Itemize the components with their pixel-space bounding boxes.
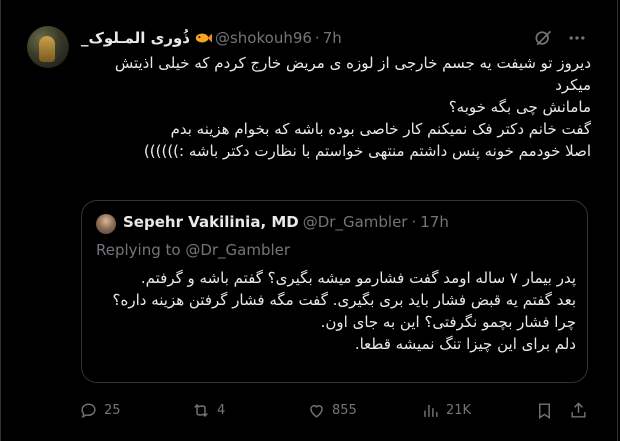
quoted-tweet[interactable]: Sepehr Vakilinia, MD @Dr_Gambler · 17h R… [81, 200, 588, 383]
heart-icon [310, 404, 323, 418]
author-avatar[interactable] [27, 26, 69, 68]
share-icon [571, 401, 586, 418]
quote-author-avatar [96, 214, 116, 234]
quote-time: 17h [420, 213, 449, 231]
more-icon[interactable] [567, 28, 587, 48]
views-count: 21K [446, 402, 472, 418]
reply-button[interactable]: 25 [79, 398, 121, 422]
fish-icon [195, 33, 212, 43]
tweet-text-line: اصلا خودمم خونه پنس داشتم منتهی خواستم ب… [143, 142, 591, 160]
quote-text: پدر بیمار ۷ ساله اومد گفت فشارمو میشه بگ… [96, 267, 576, 355]
like-count: 855 [332, 402, 357, 418]
author-handle[interactable]: @shokouh96 [215, 29, 312, 47]
quote-author-name: Sepehr Vakilinia, MD [123, 213, 299, 231]
quote-text-line: دلم برای این چیزا تنگ نمیشه قطعا. [354, 335, 576, 353]
repost-button[interactable]: 4 [191, 398, 225, 422]
tweet-text-line: گفت خانم دکتر فک نمیکنم کار خاصی بوده با… [170, 120, 591, 138]
avatar-figure [39, 36, 55, 62]
separator-dot: · [314, 29, 320, 47]
tweet[interactable]: ذُوری المـلوک_ @shokouh96 · 7h دیروز تو … [0, 0, 618, 441]
tweet-top-actions [533, 28, 587, 48]
views-button[interactable]: 21K [421, 398, 471, 422]
tweet-text-line: دیروز تو شیفت یه جسم خارجی از لوزه ی مری… [114, 54, 591, 94]
quote-separator-dot: · [411, 213, 417, 231]
share-button[interactable] [569, 398, 588, 422]
author-display-name[interactable]: ذُوری المـلوک_ [81, 29, 190, 47]
reply-icon [81, 402, 96, 418]
repost-icon [194, 403, 208, 417]
quote-header: Sepehr Vakilinia, MD @Dr_Gambler · 17h [123, 213, 449, 231]
bookmark-button[interactable] [535, 398, 554, 422]
grok-icon[interactable] [533, 28, 553, 48]
like-button[interactable]: 855 [307, 398, 357, 422]
repost-count: 4 [217, 402, 226, 418]
quote-author-handle: @Dr_Gambler [302, 213, 408, 231]
bookmark-icon [539, 402, 550, 419]
tweet-actions: 25 4 855 21K [79, 398, 589, 422]
quote-text-line: بعد گفتم یه قبض فشار باید بری بگیری. گفت… [112, 291, 576, 331]
tweet-time[interactable]: 7h [323, 29, 342, 47]
quote-text-line: پدر بیمار ۷ ساله اومد گفت فشارمو میشه بگ… [140, 269, 576, 287]
tweet-text: دیروز تو شیفت یه جسم خارجی از لوزه ی مری… [81, 52, 591, 162]
quote-replying-to: Replying to @Dr_Gambler [96, 241, 291, 259]
reply-count: 25 [104, 402, 121, 418]
tweet-text-line: مامانش چی بگه خوبه؟ [448, 98, 591, 116]
tweet-header: ذُوری المـلوک_ @shokouh96 · 7h [81, 27, 342, 49]
views-icon [424, 404, 438, 417]
